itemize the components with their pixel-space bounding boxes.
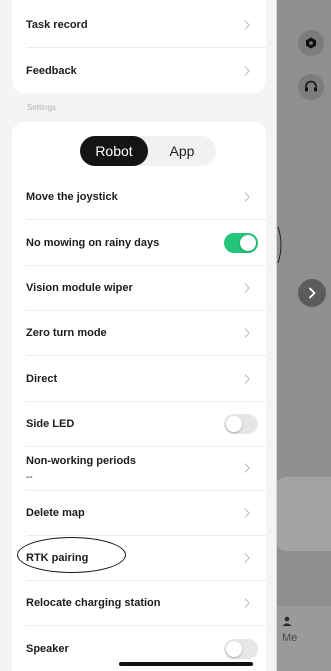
menu-item-task-record[interactable]: Task record <box>12 2 266 47</box>
chevron-right-icon <box>244 19 250 30</box>
speaker-toggle[interactable] <box>224 638 258 659</box>
support-headset-icon[interactable] <box>298 74 324 100</box>
chevron-right-icon <box>244 597 250 608</box>
setting-no-mowing-rainy-days: No mowing on rainy days <box>12 220 266 265</box>
setting-side-led: Side LED <box>12 401 266 446</box>
settings-drawer: Task record Feedback Settings Robot App … <box>0 0 277 671</box>
setting-relocate-charging-station[interactable]: Relocate charging station <box>12 580 266 625</box>
chevron-right-icon <box>244 191 250 202</box>
setting-label: No mowing on rainy days <box>26 236 160 249</box>
robot-hex-icon[interactable] <box>298 30 324 56</box>
setting-label: Speaker <box>26 642 69 655</box>
setting-label: Relocate charging station <box>26 596 161 609</box>
menu-item-label: Feedback <box>26 64 77 77</box>
setting-label: Direct <box>26 372 58 385</box>
segment-app[interactable]: App <box>148 136 216 166</box>
setting-delete-map[interactable]: Delete map <box>12 490 266 535</box>
toggle-knob <box>240 234 256 251</box>
annotation-circle <box>17 537 126 573</box>
rainy-days-toggle[interactable] <box>224 232 258 253</box>
chevron-right-icon <box>244 552 250 563</box>
settings-section-label: Settings <box>27 103 56 112</box>
segment-robot[interactable]: Robot <box>80 136 148 166</box>
chevron-right-icon <box>244 507 250 518</box>
setting-label: Non-working periods <box>26 455 136 467</box>
settings-card: Robot App Move the joystick No mowing on… <box>12 122 266 671</box>
background-card <box>276 477 331 551</box>
chevron-right-icon <box>244 65 250 76</box>
person-icon <box>282 616 292 626</box>
bottom-nav-me[interactable]: Me <box>276 606 331 671</box>
toggle-knob <box>226 415 242 432</box>
setting-non-working-periods[interactable]: Non-working periods -- <box>12 446 266 490</box>
bottom-nav-me-label: Me <box>282 632 298 644</box>
setting-value: -- <box>26 472 33 483</box>
setting-zero-turn-mode[interactable]: Zero turn mode <box>12 310 266 355</box>
setting-direct[interactable]: Direct <box>12 356 266 401</box>
map-edge-arc <box>277 226 282 264</box>
setting-label: Delete map <box>26 506 85 519</box>
chevron-right-icon <box>244 463 250 473</box>
setting-label: Zero turn mode <box>26 326 107 339</box>
menu-item-label: Task record <box>26 18 88 31</box>
toggle-knob <box>226 640 242 657</box>
chevron-right-icon <box>244 373 250 384</box>
home-indicator <box>119 662 253 666</box>
setting-label: Move the joystick <box>26 190 118 203</box>
side-led-toggle[interactable] <box>224 413 258 434</box>
menu-item-feedback[interactable]: Feedback <box>12 48 266 93</box>
robot-app-segmented-control: Robot App <box>80 136 216 166</box>
setting-label: Vision module wiper <box>26 281 133 294</box>
setting-move-joystick[interactable]: Move the joystick <box>12 174 266 219</box>
setting-vision-module-wiper[interactable]: Vision module wiper <box>12 265 266 310</box>
chevron-right-icon <box>244 282 250 293</box>
chevron-right-icon <box>244 327 250 338</box>
menu-card: Task record Feedback <box>12 0 266 93</box>
setting-label: Side LED <box>26 417 75 430</box>
expand-chevron-icon[interactable] <box>298 279 326 307</box>
